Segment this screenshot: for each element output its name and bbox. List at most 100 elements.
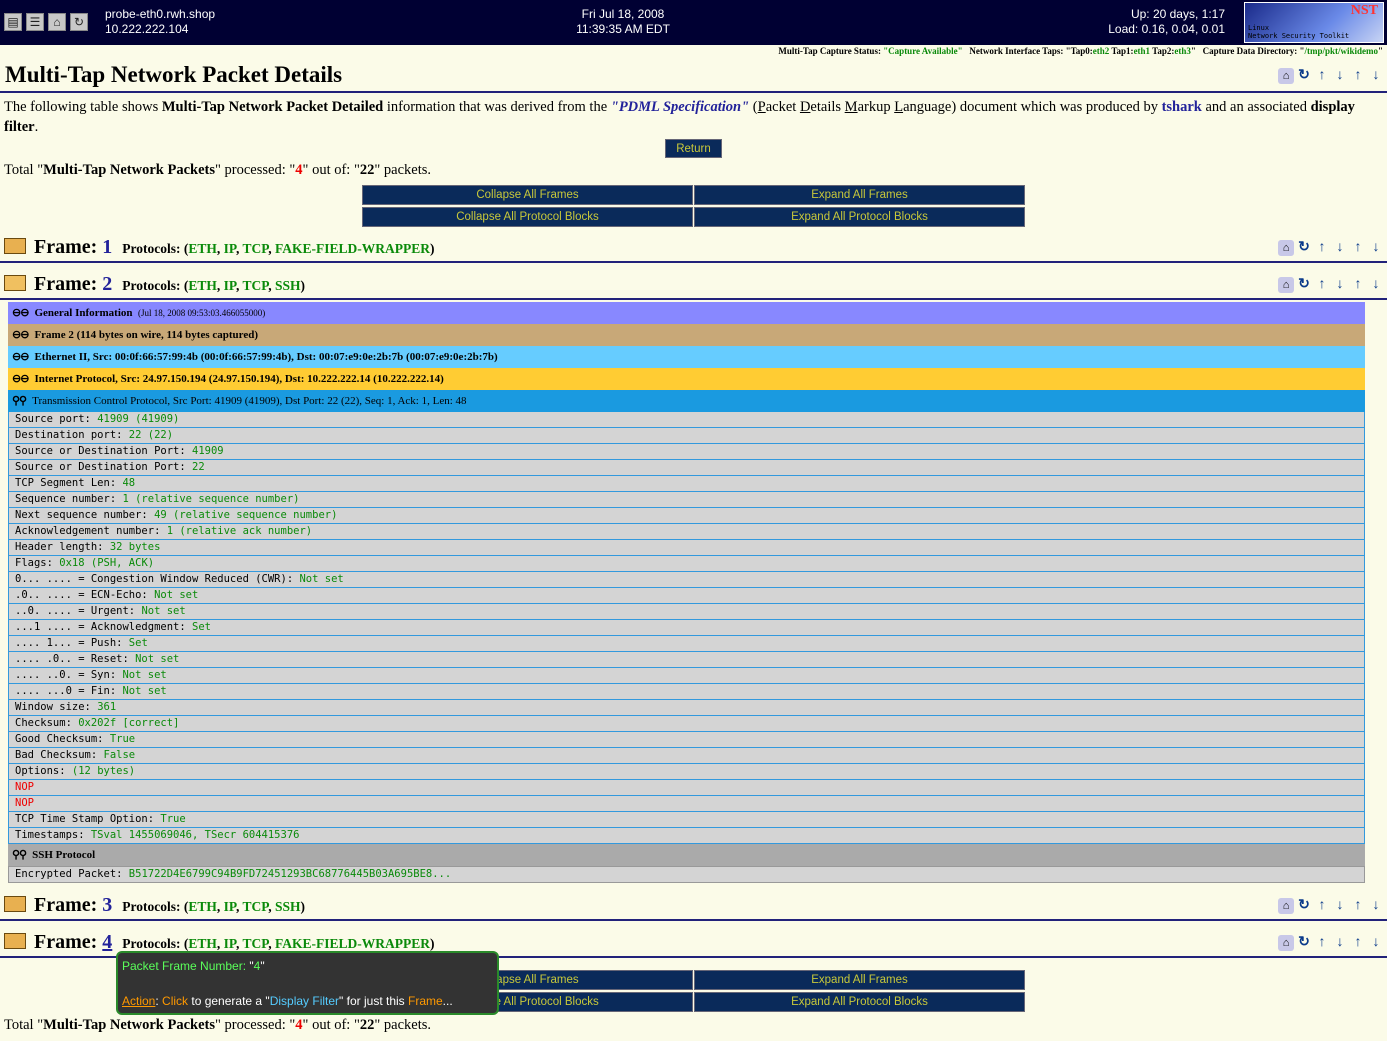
arrow-bottom-icon[interactable]: ↓ — [1332, 935, 1348, 951]
folder-open-icon[interactable] — [4, 275, 26, 291]
proto-link[interactable]: TCP — [242, 278, 268, 293]
proto-link[interactable]: TCP — [242, 241, 268, 256]
arrow-top-icon[interactable]: ↑ — [1314, 898, 1330, 914]
frame-number[interactable]: 1 — [102, 236, 112, 258]
proto-link[interactable]: ETH — [188, 278, 217, 293]
proto-link[interactable]: FAKE-FIELD-WRAPPER — [275, 936, 430, 951]
arrow-up-icon[interactable]: ↑ — [1350, 240, 1366, 256]
block-ip[interactable]: ⊖⊖ Internet Protocol, Src: 24.97.150.194 … — [8, 368, 1365, 390]
arrow-bottom-icon[interactable]: ↓ — [1332, 277, 1348, 293]
block-general[interactable]: ⊖⊖ General Information (Jul 18, 2008 09:5… — [8, 302, 1365, 324]
dir-label: Capture Data Directory: " — [1202, 46, 1305, 56]
proto-link[interactable]: ETH — [188, 936, 217, 951]
proto-link[interactable]: ETH — [188, 899, 217, 914]
tshark-link[interactable]: tshark — [1162, 99, 1202, 115]
proto-link[interactable]: IP — [224, 899, 236, 914]
refresh-icon[interactable]: ↻ — [70, 13, 88, 31]
expand-all-frames-button-bottom[interactable]: Expand All Frames — [694, 970, 1025, 990]
home-icon[interactable]: ⌂ — [1278, 68, 1294, 84]
arrow-top-icon[interactable]: ↑ — [1314, 935, 1330, 951]
frame-header-3[interactable]: Frame: 3 Protocols: (ETH, IP, TCP, SSH) — [4, 894, 305, 917]
folder-closed-icon[interactable] — [4, 238, 26, 254]
field-value: 48 — [122, 477, 136, 489]
home-icon[interactable]: ⌂ — [1278, 935, 1294, 951]
collapse-toggle-icon[interactable]: ⊖⊖ — [12, 351, 29, 363]
home-icon[interactable]: ⌂ — [1278, 277, 1294, 293]
tooltip-action: Action — [122, 994, 156, 1008]
expand-all-frames-button[interactable]: Expand All Frames — [694, 185, 1025, 205]
folder-closed-icon[interactable] — [4, 933, 26, 949]
proto-link[interactable]: TCP — [242, 936, 268, 951]
block-ethernet[interactable]: ⊖⊖ Ethernet II, Src: 00:0f:66:57:99:4b (0… — [8, 346, 1365, 368]
return-button[interactable]: Return — [665, 139, 722, 158]
field-label: Window size: — [15, 701, 98, 713]
home-icon[interactable]: ⌂ — [1278, 898, 1294, 914]
home-icon[interactable]: ⌂ — [48, 13, 66, 31]
frame-header-1[interactable]: Frame: 1 Protocols: (ETH, IP, TCP, FAKE-F… — [4, 236, 434, 259]
proto-link[interactable]: IP — [224, 278, 236, 293]
frame-header-2[interactable]: Frame: 2 Protocols: (ETH, IP, TCP, SSH) — [4, 273, 305, 296]
expand-toggle-icon[interactable]: ⚲⚲ — [12, 849, 27, 861]
frame-number[interactable]: 4 — [102, 931, 112, 953]
collapse-all-frames-button[interactable]: Collapse All Frames — [362, 185, 693, 205]
arrow-bottom-icon[interactable]: ↓ — [1332, 898, 1348, 914]
arrow-top-icon[interactable]: ↑ — [1314, 240, 1330, 256]
arrow-up-icon[interactable]: ↑ — [1350, 935, 1366, 951]
list-icon[interactable]: ☰ — [26, 13, 44, 31]
block-tcp[interactable]: ⚲⚲ Transmission Control Protocol, Src Por… — [8, 390, 1365, 412]
arrow-top-icon[interactable]: ↑ — [1314, 68, 1330, 84]
tooltip-label: Packet Frame Number: — [122, 959, 250, 973]
arrow-down-icon[interactable]: ↓ — [1368, 898, 1384, 914]
arrow-down-icon[interactable]: ↓ — [1368, 240, 1384, 256]
refresh-icon[interactable]: ↻ — [1296, 898, 1312, 914]
arrow-top-icon[interactable]: ↑ — [1314, 277, 1330, 293]
field-label: Header length: — [15, 541, 110, 553]
collapse-all-blocks-button[interactable]: Collapse All Protocol Blocks — [362, 207, 693, 227]
nst-logo[interactable]: NST Linux Network Security Toolkit — [1244, 2, 1384, 43]
field-value: 22 (22) — [128, 429, 174, 441]
arrow-bottom-icon[interactable]: ↓ — [1332, 240, 1348, 256]
field-label: Next sequence number: — [15, 509, 155, 521]
tcp-field-row: .... .0.. = Reset: Not set — [8, 652, 1365, 668]
arrow-bottom-icon[interactable]: ↓ — [1332, 68, 1348, 84]
block-frame[interactable]: ⊖⊖ Frame 2 (114 bytes on wire, 114 bytes … — [8, 324, 1365, 346]
collapse-toggle-icon[interactable]: ⊖⊖ — [12, 329, 29, 341]
proto-link[interactable]: IP — [224, 241, 236, 256]
home-icon[interactable]: ⌂ — [1278, 240, 1294, 256]
tcp-field-row: Good Checksum: True — [8, 732, 1365, 748]
proto-link[interactable]: SSH — [275, 899, 301, 914]
folder-closed-icon[interactable] — [4, 896, 26, 912]
expand-all-blocks-button-bottom[interactable]: Expand All Protocol Blocks — [694, 992, 1025, 1012]
refresh-icon[interactable]: ↻ — [1296, 935, 1312, 951]
frame-number[interactable]: 2 — [102, 273, 112, 295]
expand-toggle-icon[interactable]: ⚲⚲ — [12, 395, 27, 407]
arrow-up-icon[interactable]: ↑ — [1350, 898, 1366, 914]
proto-link[interactable]: SSH — [275, 278, 301, 293]
refresh-icon[interactable]: ↻ — [1296, 240, 1312, 256]
taps-end: " — [1190, 46, 1196, 56]
field-value: 41909 — [192, 445, 224, 457]
tooltip-text: " for just this — [339, 994, 408, 1008]
collapse-toggle-icon[interactable]: ⊖⊖ — [12, 307, 29, 319]
refresh-icon[interactable]: ↻ — [1296, 277, 1312, 293]
intro-part: arkup — [857, 99, 895, 115]
proto-link[interactable]: TCP — [242, 899, 268, 914]
arrow-down-icon[interactable]: ↓ — [1368, 68, 1384, 84]
menu-icon[interactable]: ▤ — [4, 13, 22, 31]
pdml-link[interactable]: "PDML Specification" — [611, 99, 749, 115]
block-title: General Information — [34, 307, 133, 319]
arrow-down-icon[interactable]: ↓ — [1368, 277, 1384, 293]
expand-all-blocks-button[interactable]: Expand All Protocol Blocks — [694, 207, 1025, 227]
proto-link[interactable]: ETH — [188, 241, 217, 256]
refresh-icon[interactable]: ↻ — [1296, 68, 1312, 84]
arrow-up-icon[interactable]: ↑ — [1350, 68, 1366, 84]
arrow-down-icon[interactable]: ↓ — [1368, 935, 1384, 951]
frame-number[interactable]: 3 — [102, 894, 112, 916]
block-ssh[interactable]: ⚲⚲ SSH Protocol — [8, 844, 1365, 866]
field-value: 49 (relative sequence number) — [154, 509, 338, 521]
proto-link[interactable]: IP — [224, 936, 236, 951]
arrow-up-icon[interactable]: ↑ — [1350, 277, 1366, 293]
collapse-toggle-icon[interactable]: ⊖⊖ — [12, 373, 29, 385]
proto-link[interactable]: FAKE-FIELD-WRAPPER — [275, 241, 430, 256]
tcp-field-row: Destination port: 22 (22) — [8, 428, 1365, 444]
